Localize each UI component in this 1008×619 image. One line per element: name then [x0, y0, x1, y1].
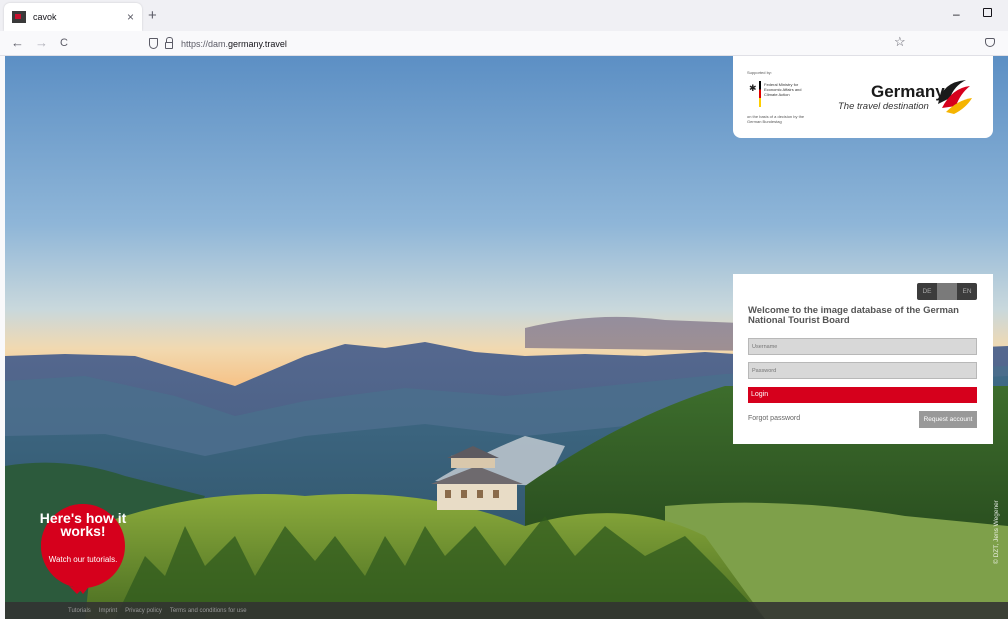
request-account-button[interactable]: Request account	[919, 411, 977, 428]
lang-en-option[interactable]: EN	[957, 288, 977, 295]
reload-button[interactable]: C	[60, 35, 68, 51]
forward-button[interactable]: →	[35, 35, 48, 51]
federal-eagle-icon: ✱	[749, 83, 757, 93]
tutorial-subline: Watch our tutorials.	[48, 555, 118, 564]
logo-card: Supported by: ✱ Federal Ministry for Eco…	[733, 56, 993, 138]
tutorial-badge[interactable]: Here's how it works! Watch our tutorials…	[39, 502, 127, 594]
german-flag-bars	[759, 81, 761, 107]
lock-icon[interactable]	[165, 36, 173, 49]
login-button[interactable]: Login	[748, 387, 977, 403]
tab-title: cavok	[33, 12, 57, 22]
lang-de-option[interactable]: DE	[917, 288, 937, 295]
footer-bar: Tutorials Imprint Privacy policy Terms a…	[5, 602, 1008, 619]
germany-swirl-logo-icon	[938, 80, 972, 114]
shield-icon[interactable]	[149, 38, 158, 49]
minimize-icon[interactable]: –	[953, 7, 960, 21]
toggle-knob[interactable]	[937, 283, 957, 300]
browser-tab[interactable]: cavok ×	[4, 3, 142, 31]
url-text[interactable]: https://dam.germany.travel	[181, 39, 287, 49]
footer-link-terms[interactable]: Terms and conditions for use	[170, 608, 247, 614]
supported-by-label: Supported by:	[747, 70, 772, 75]
language-toggle[interactable]: DE EN	[917, 283, 977, 300]
url-bar[interactable]: https://dam.germany.travel	[142, 34, 917, 53]
footer-link-privacy[interactable]: Privacy policy	[125, 608, 162, 614]
login-panel: DE EN Welcome to the image database of t…	[733, 274, 993, 444]
new-tab-button[interactable]: +	[148, 7, 157, 24]
welcome-heading: Welcome to the image database of the Ger…	[748, 305, 959, 326]
photo-credit: © DZT, Jens Wegener	[993, 500, 1000, 564]
brand-tagline: The travel destination	[838, 101, 929, 112]
footer-link-tutorials[interactable]: Tutorials	[68, 608, 91, 614]
bookmark-star-icon[interactable]: ☆	[894, 34, 906, 50]
favicon-icon	[12, 11, 26, 23]
footer-link-imprint[interactable]: Imprint	[99, 608, 117, 614]
ministry-name: Federal Ministry for Economic Affairs an…	[764, 82, 802, 97]
tutorial-headline: Here's how it works!	[39, 510, 127, 539]
page-viewport: Supported by: ✱ Federal Ministry for Eco…	[5, 56, 1008, 619]
forgot-password-link[interactable]: Forgot password	[748, 415, 800, 422]
bundestag-resolution: on the basis of a decision by the German…	[747, 114, 805, 124]
back-button[interactable]: ←	[11, 35, 24, 51]
pocket-icon[interactable]	[985, 38, 995, 47]
nav-bar: ← → C https://dam.germany.travel ☆	[0, 31, 1008, 56]
username-input[interactable]	[748, 338, 977, 355]
tab-strip: cavok × + –	[0, 0, 1008, 31]
password-input[interactable]	[748, 362, 977, 379]
maximize-icon[interactable]	[983, 8, 992, 17]
close-tab-icon[interactable]: ×	[127, 10, 134, 24]
